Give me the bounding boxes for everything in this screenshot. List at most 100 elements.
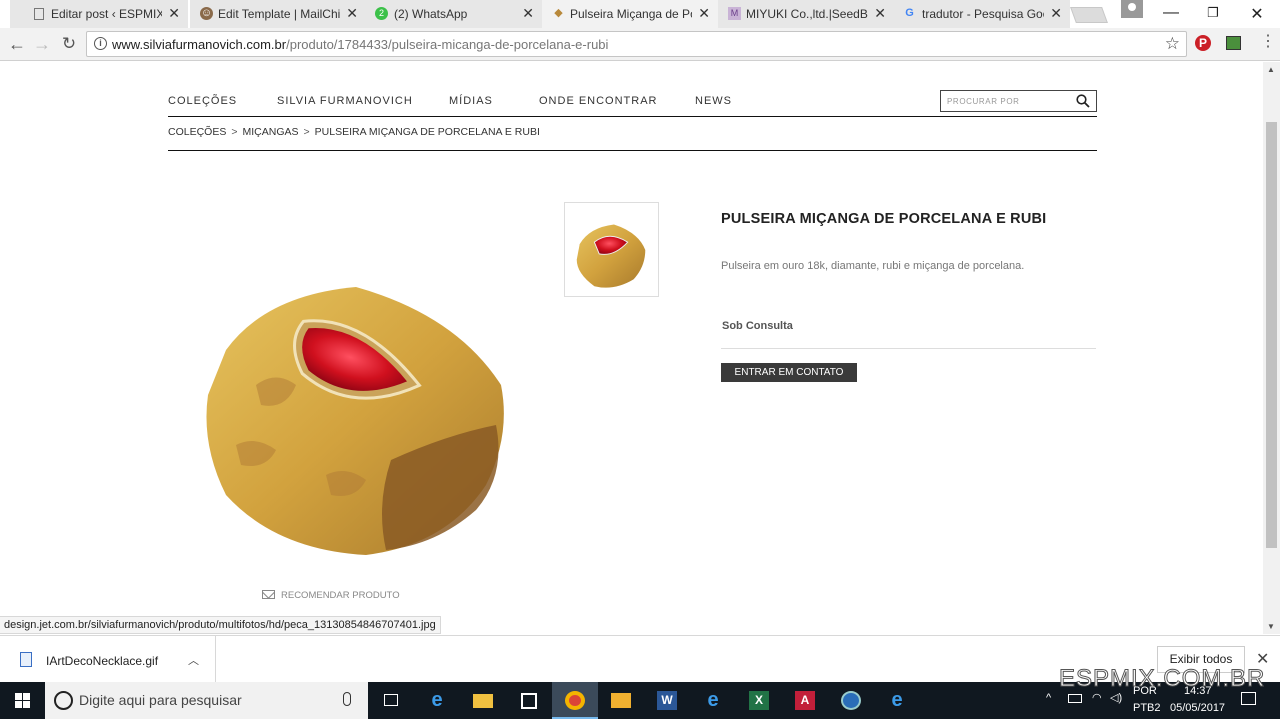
forward-button[interactable]: → [31,34,53,54]
pinterest-icon[interactable]: P [1195,35,1211,51]
tab-mailchimp[interactable]: ☺ Edit Template | MailChim ✕ [190,0,366,28]
keyboard-layout[interactable]: PTB2 [1133,702,1161,714]
chevron-up-icon[interactable]: ^ [1046,692,1051,704]
google-icon: G [905,7,914,19]
store-icon[interactable] [506,682,552,719]
close-icon[interactable]: ✕ [698,5,710,21]
contact-button[interactable]: ENTRAR EM CONTATO [721,363,857,382]
menu-icon[interactable]: ⋮ [1260,33,1276,51]
nav-silvia-furmanovich[interactable]: SILVIA FURMANOVICH [277,95,413,107]
window-close-button[interactable]: ✕ [1247,4,1267,24]
nav-news[interactable]: NEWS [695,95,732,107]
notifications-icon[interactable] [1241,692,1256,705]
taskbar-search-placeholder: Digite aqui para pesquisar [79,692,242,708]
address-bar[interactable]: i www.silviafurmanovich.com.br/produto/1… [86,31,1187,57]
tab-label: tradutor - Pesquisa Goo [922,7,1044,21]
battery-icon[interactable] [1068,694,1082,703]
url-path: /produto/1784433/pulseira-micanga-de-por… [286,37,609,52]
page-icon [34,8,44,20]
file-explorer-icon[interactable] [460,682,506,719]
envelope-icon [262,590,275,599]
tab-label: MIYUKI Co.,ltd.|SeedBea [746,7,868,21]
scroll-up-arrow-icon[interactable]: ▲ [1267,65,1275,74]
product-thumbnail[interactable] [564,202,659,297]
breadcrumb-colecoes[interactable]: COLEÇÕES [168,126,226,138]
chevron-up-icon[interactable]: ︿ [188,652,199,668]
tab-miyuki[interactable]: M MIYUKI Co.,ltd.|SeedBea ✕ [718,0,894,28]
tab-google[interactable]: G tradutor - Pesquisa Goo ✕ [894,0,1070,28]
product-title: PULSEIRA MIÇANGA DE PORCELANA E RUBI [721,211,1047,227]
breadcrumb: COLEÇÕES > MIÇANGAS > PULSEIRA MIÇANGA DE PO… [168,126,1097,151]
minimize-button[interactable]: — [1161,4,1181,22]
tab-strip: Editar post ‹ ESPMIX — ✕ ☺ Edit Template… [0,0,1280,28]
tab-label: Pulseira Miçanga de Por [570,7,692,21]
breadcrumb-separator: > [231,126,238,138]
restore-button[interactable]: ❐ [1203,5,1223,21]
globe-app-icon[interactable] [828,682,874,719]
clock-date[interactable]: 05/05/2017 [1170,702,1225,714]
scroll-thumb[interactable] [1266,122,1277,548]
task-view-icon[interactable] [368,682,414,719]
screen: Editar post ‹ ESPMIX — ✕ ☺ Edit Template… [0,0,1280,719]
site-search-input[interactable]: PROCURAR POR [940,90,1097,112]
nav-midias[interactable]: MÍDIAS [449,95,493,107]
cortana-icon [54,691,73,710]
acrobat-icon[interactable]: A [782,682,828,719]
edge-icon[interactable]: e [414,682,460,719]
scroll-down-arrow-icon[interactable]: ▼ [1267,622,1275,631]
close-icon[interactable]: ✕ [874,5,886,21]
chrome-icon[interactable] [552,682,598,719]
search-placeholder: PROCURAR POR [947,97,1020,106]
url-host: www.silviafurmanovich.com.br [112,37,287,52]
back-button[interactable]: ← [6,34,28,54]
tab-whatsapp[interactable]: 2 (2) WhatsApp ✕ [366,0,542,28]
reload-button[interactable]: ↻ [58,34,80,54]
recommend-label: RECOMENDAR PRODUTO [281,590,400,601]
url-text: www.silviafurmanovich.com.br/produto/178… [112,37,608,52]
info-icon[interactable]: i [94,37,107,50]
internet-explorer-icon[interactable]: e [690,682,736,719]
windows-start-icon[interactable] [0,682,45,719]
excel-icon[interactable]: X [736,682,782,719]
close-icon[interactable]: ✕ [346,5,358,21]
status-url: design.jet.com.br/silviafurmanovich/prod… [0,616,441,634]
product-main-image[interactable] [196,275,536,570]
word-icon[interactable]: W [644,682,690,719]
taskbar-search-input[interactable]: Digite aqui para pesquisar [45,682,368,719]
nav-colecoes[interactable]: COLEÇÕES [168,95,237,107]
close-icon[interactable]: ✕ [522,5,534,21]
close-icon[interactable]: ✕ [168,5,180,21]
breadcrumb-current: PULSEIRA MIÇANGA DE PORCELANA E RUBI [314,126,540,138]
miyuki-icon: M [728,7,741,20]
page-scrollbar[interactable]: ▲ ▼ [1263,62,1280,634]
recommend-product-link[interactable]: RECOMENDAR PRODUTO [262,590,400,601]
site-diamond-icon: ◆ [554,7,563,19]
image-extension-icon[interactable] [1226,36,1241,50]
tab-pulseira[interactable]: ◆ Pulseira Miçanga de Por ✕ [542,0,718,28]
download-filename: IArtDecoNecklace.gif [46,654,159,668]
breadcrumb-separator: > [303,126,310,138]
bookmark-star-icon[interactable]: ☆ [1165,34,1180,54]
nav-onde-encontrar[interactable]: ONDE ENCONTRAR [539,95,658,107]
tab-espmix[interactable]: Editar post ‹ ESPMIX — ✕ [10,0,188,28]
mail-icon[interactable] [598,682,644,719]
tab-label: (2) WhatsApp [394,7,468,21]
internet-explorer-icon[interactable]: e [874,682,920,719]
breadcrumb-micangas[interactable]: MIÇANGAS [243,126,299,138]
tab-label: Editar post ‹ ESPMIX — [51,7,162,21]
profile-icon[interactable] [1121,0,1143,18]
microphone-icon[interactable] [343,692,351,706]
product-price: Sob Consulta [722,320,793,332]
mailchimp-icon: ☺ [200,7,213,20]
watermark: ESPMIX.COM.BR [1058,665,1266,693]
search-icon[interactable] [1076,94,1090,108]
whatsapp-icon: 2 [375,7,388,20]
product-description: Pulseira em ouro 18k, diamante, rubi e m… [721,260,1025,272]
download-item[interactable]: IArtDecoNecklace.gif ︿ [0,636,216,683]
gif-file-icon [20,652,32,667]
tab-label: Edit Template | MailChim [218,7,340,21]
browser-toolbar: ← → ↻ i www.silviafurmanovich.com.br/pro… [0,28,1280,61]
close-icon[interactable]: ✕ [1050,5,1062,21]
divider [721,348,1096,349]
new-tab-button[interactable] [1070,7,1108,23]
